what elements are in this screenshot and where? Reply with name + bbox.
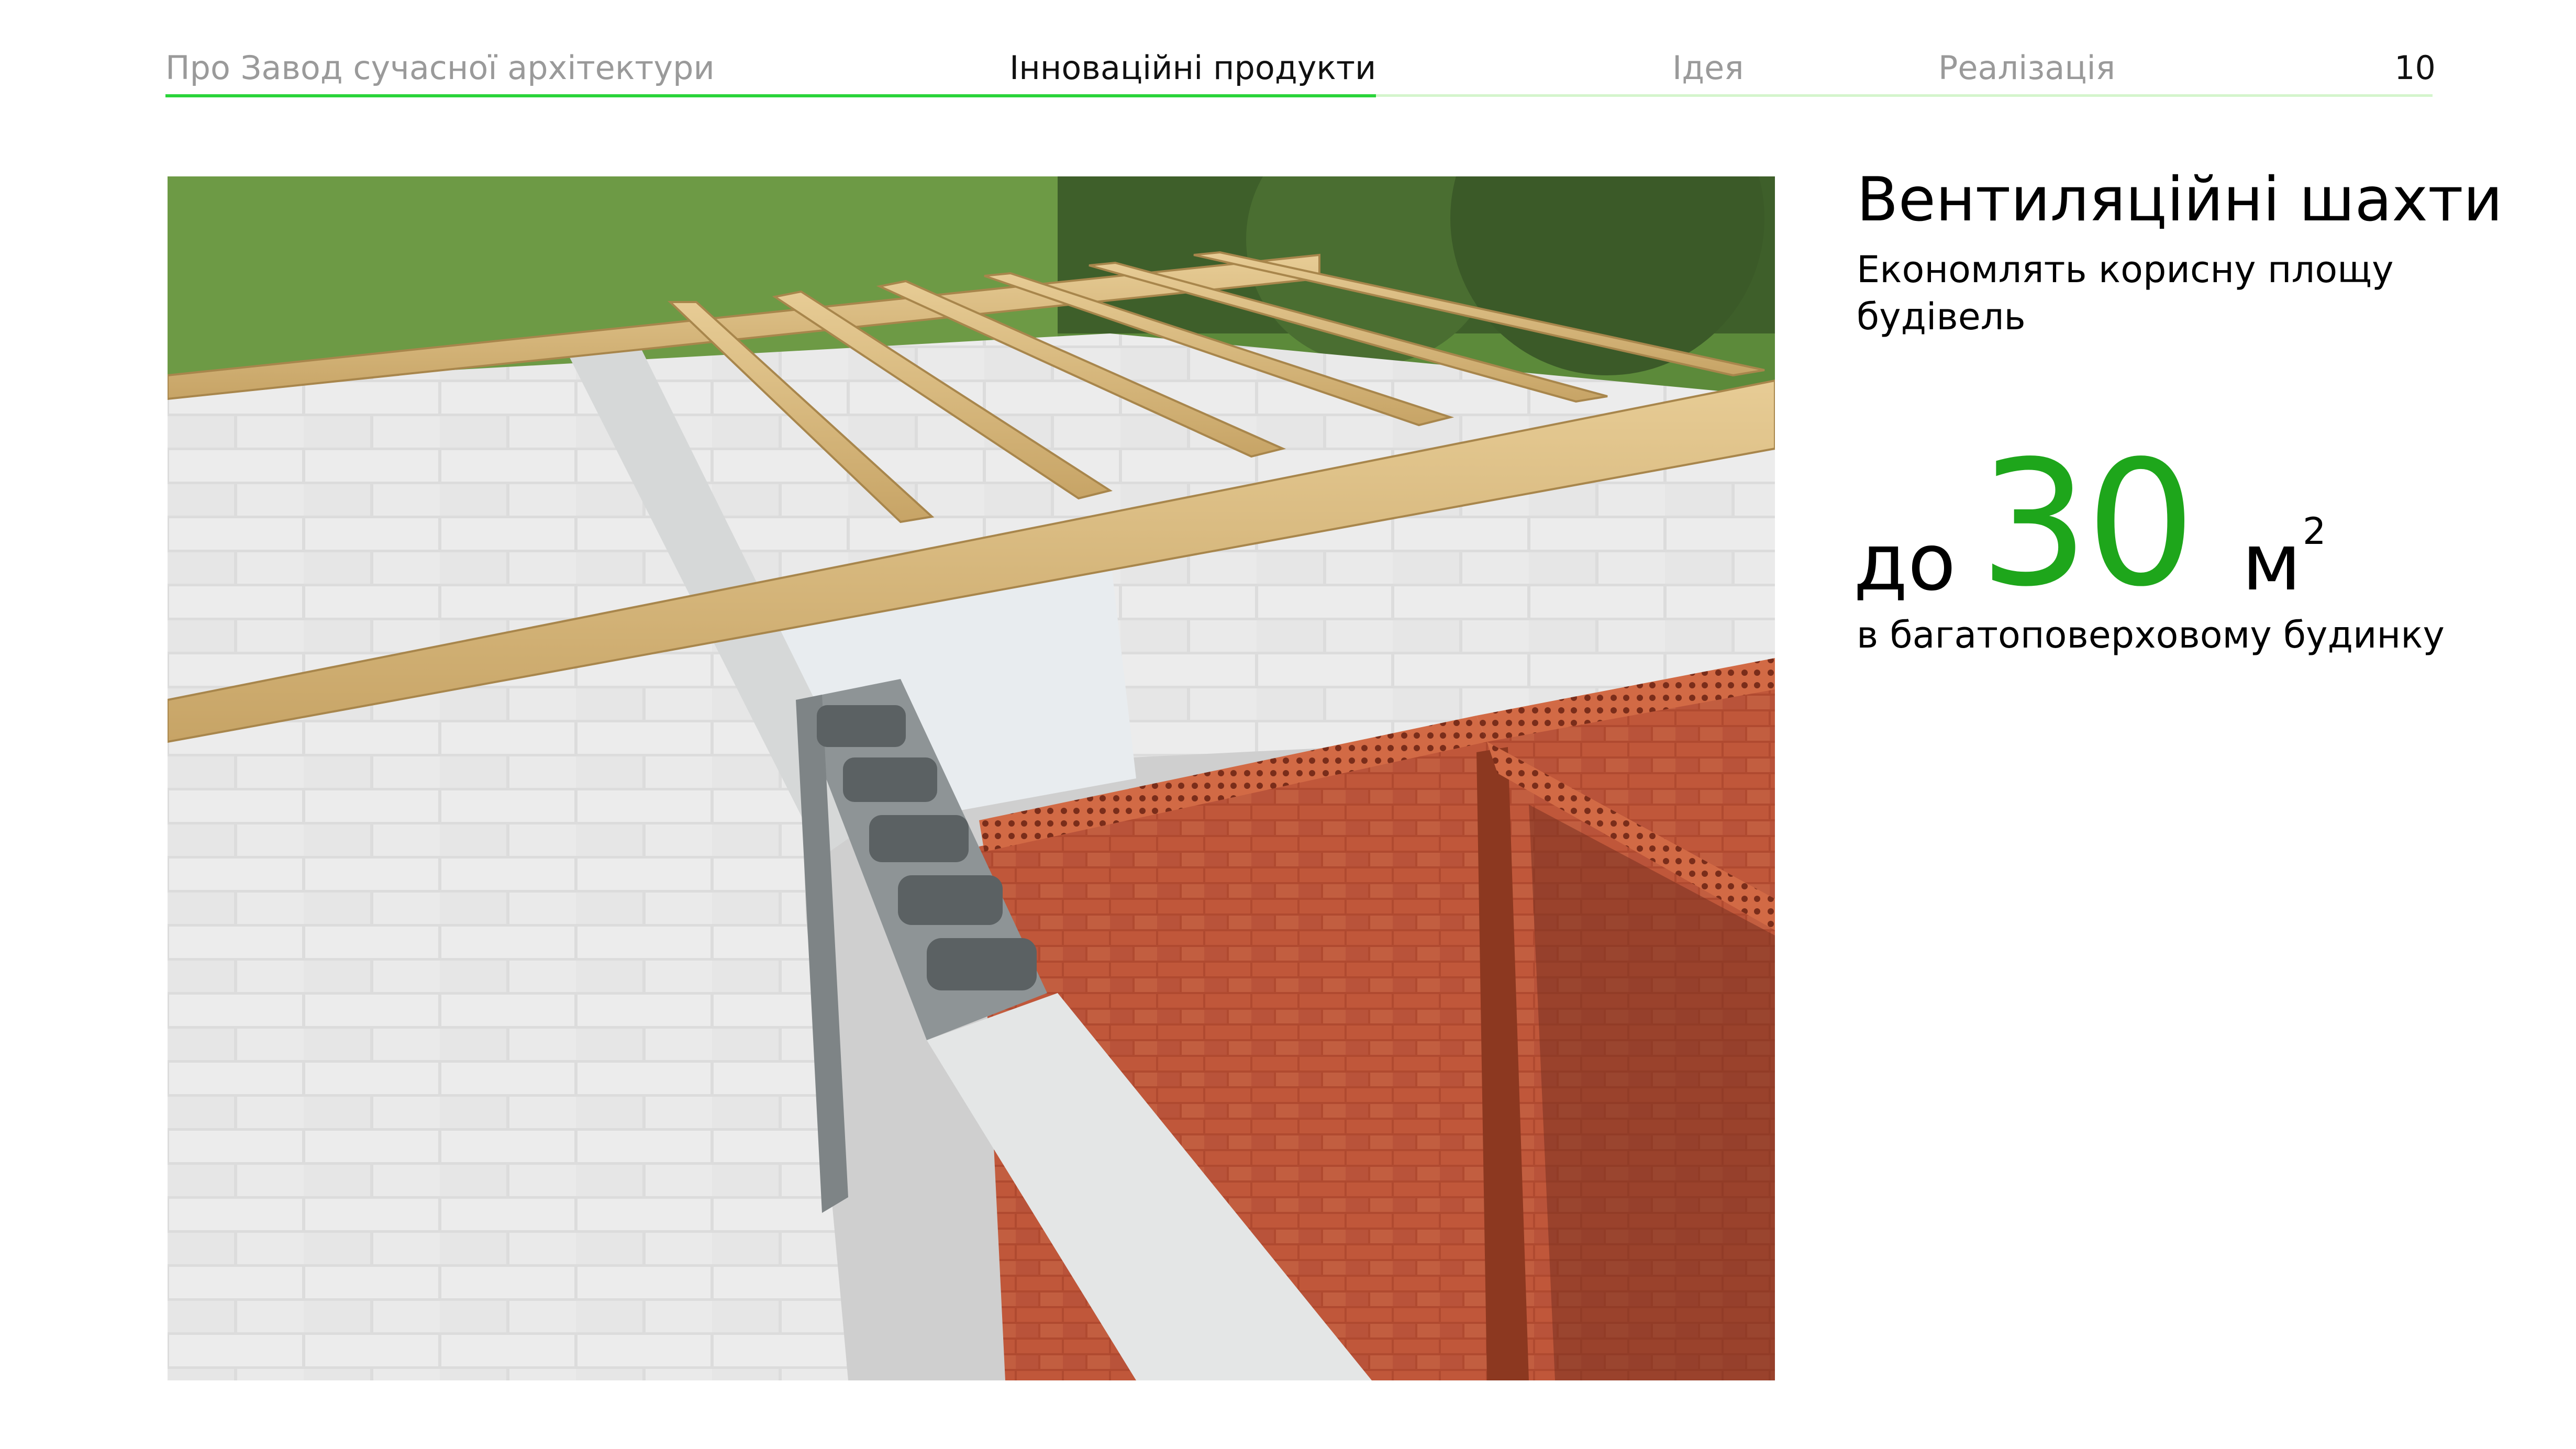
page-number: 10 bbox=[2394, 49, 2436, 87]
stat-prefix: до bbox=[1853, 517, 1956, 608]
top-navigation: Про Завод сучасної архітектури Інновацій… bbox=[165, 42, 2438, 99]
nav-item-idea[interactable]: Ідея bbox=[1672, 42, 1744, 94]
nav-item-innovative-products[interactable]: Інноваційні продукти bbox=[1009, 42, 1376, 94]
stat-block: до 30 м 2 bbox=[1853, 423, 2534, 625]
nav-item-about[interactable]: Про Завод сучасної архітектури bbox=[165, 42, 715, 94]
stat-value: 30 bbox=[1979, 423, 2196, 625]
stat-caption: в багатоповерховому будинку bbox=[1857, 614, 2445, 656]
stat-unit: м bbox=[2242, 517, 2302, 608]
page-title: Вентиляційні шахти bbox=[1857, 164, 2503, 235]
construction-site-photo bbox=[168, 176, 1775, 1380]
nav-item-realization[interactable]: Реалізація bbox=[1938, 42, 2115, 94]
subtitle: Економлять корисну площу будівель bbox=[1857, 248, 2394, 338]
stat-unit-superscript: 2 bbox=[2303, 510, 2326, 553]
nav-active-indicator bbox=[165, 94, 1376, 97]
